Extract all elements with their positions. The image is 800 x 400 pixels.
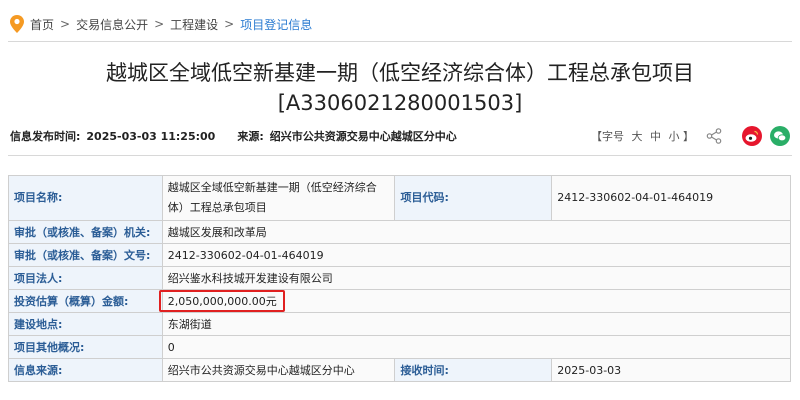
table-row: 信息来源: 绍兴市公共资源交易中心越城区分中心 接收时间: 2025-03-03 <box>8 358 791 382</box>
table-row: 审批（或核准、备案）文号: 2412-330602-04-01-464019 <box>8 243 792 267</box>
breadcrumb-transaction-info[interactable]: 交易信息公开 <box>76 16 148 33</box>
highlight-box <box>158 290 285 312</box>
source-label: 来源: <box>237 130 264 143</box>
font-size-medium[interactable]: 中 <box>650 130 661 143</box>
divider <box>8 41 792 42</box>
investment-amount-cell: 2,050,000,000.00元 <box>158 289 792 313</box>
font-size-control: 【字号 大 中 小 】 <box>591 128 694 144</box>
breadcrumb-separator: > <box>60 17 71 31</box>
legal-entity-value: 绍兴鉴水科技城开发建设有限公司 <box>161 266 792 290</box>
wechat-icon[interactable] <box>770 126 790 146</box>
approval-authority-label: 审批（或核准、备案）机关: <box>8 220 163 244</box>
approval-doc-no-label: 审批（或核准、备案）文号: <box>8 243 163 267</box>
meta-bar: 信息发布时间: 2025-03-03 11:25:00 来源: 绍兴市公共资源交… <box>10 126 790 146</box>
table-row: 项目其他概况: 0 <box>8 335 792 359</box>
construction-site-label: 建设地点: <box>8 312 163 336</box>
table-row: 投资估算（概算）金额: 2,050,000,000.00元 <box>8 289 792 313</box>
table-row: 审批（或核准、备案）机关: 越城区发展和改革局 <box>8 220 792 244</box>
breadcrumb-engineering[interactable]: 工程建设 <box>170 16 218 33</box>
breadcrumb-separator: > <box>224 17 235 31</box>
other-overview-label: 项目其他概况: <box>8 335 163 359</box>
divider <box>8 155 792 156</box>
source-value: 绍兴市公共资源交易中心越城区分中心 <box>269 130 457 143</box>
publish-time-value: 2025-03-03 11:25:00 <box>86 129 216 143</box>
project-code-label: 项目代码: <box>394 175 553 221</box>
info-source-label: 信息来源: <box>8 358 163 382</box>
table-row: 建设地点: 东湖街道 <box>8 312 792 336</box>
breadcrumb-current: 项目登记信息 <box>240 17 313 32</box>
page-title-code: [A3306021280001503] <box>277 91 523 115</box>
table-row: 项目法人: 绍兴鉴水科技城开发建设有限公司 <box>8 266 792 290</box>
construction-site-value: 东湖街道 <box>161 312 792 336</box>
page-title: 越城区全域低空新基建一期（低空经济综合体）工程总承包项目 [A330602128… <box>0 58 800 118</box>
page-title-line1: 越城区全域低空新基建一期（低空经济综合体）工程总承包项目 <box>106 61 694 85</box>
breadcrumb-home[interactable]: 首页 <box>30 16 54 33</box>
project-info-table: 项目名称: 越城区全域低空新基建一期（低空经济综合体）工程总承包项目 项目代码:… <box>8 175 792 382</box>
received-time-label: 接收时间: <box>394 358 553 382</box>
font-size-bracket: 】 <box>683 130 694 143</box>
publish-time-label: 信息发布时间: <box>10 130 81 143</box>
legal-entity-label: 项目法人: <box>8 266 163 290</box>
font-size-large[interactable]: 大 <box>632 130 643 143</box>
breadcrumb-separator: > <box>154 17 165 31</box>
project-name-value: 越城区全域低空新基建一期（低空经济综合体）工程总承包项目 <box>161 175 396 221</box>
location-pin-icon <box>10 15 24 33</box>
approval-authority-value: 越城区发展和改革局 <box>161 220 792 244</box>
font-size-small[interactable]: 小 <box>669 130 680 143</box>
info-source-value: 绍兴市公共资源交易中心越城区分中心 <box>161 358 396 382</box>
received-time-value: 2025-03-03 <box>551 358 791 382</box>
project-name-label: 项目名称: <box>8 175 163 221</box>
investment-amount-label: 投资估算（概算）金额: <box>8 289 163 313</box>
weibo-icon[interactable] <box>742 126 762 146</box>
breadcrumb: 首页 > 交易信息公开 > 工程建设 > 项目登记信息 <box>10 14 312 34</box>
share-icon[interactable] <box>706 128 722 144</box>
table-row: 项目名称: 越城区全域低空新基建一期（低空经济综合体）工程总承包项目 项目代码:… <box>8 175 791 221</box>
font-size-label: 【字号 <box>591 130 624 143</box>
other-overview-value: 0 <box>161 335 792 359</box>
project-code-value: 2412-330602-04-01-464019 <box>551 175 791 221</box>
approval-doc-no-value: 2412-330602-04-01-464019 <box>161 243 792 267</box>
